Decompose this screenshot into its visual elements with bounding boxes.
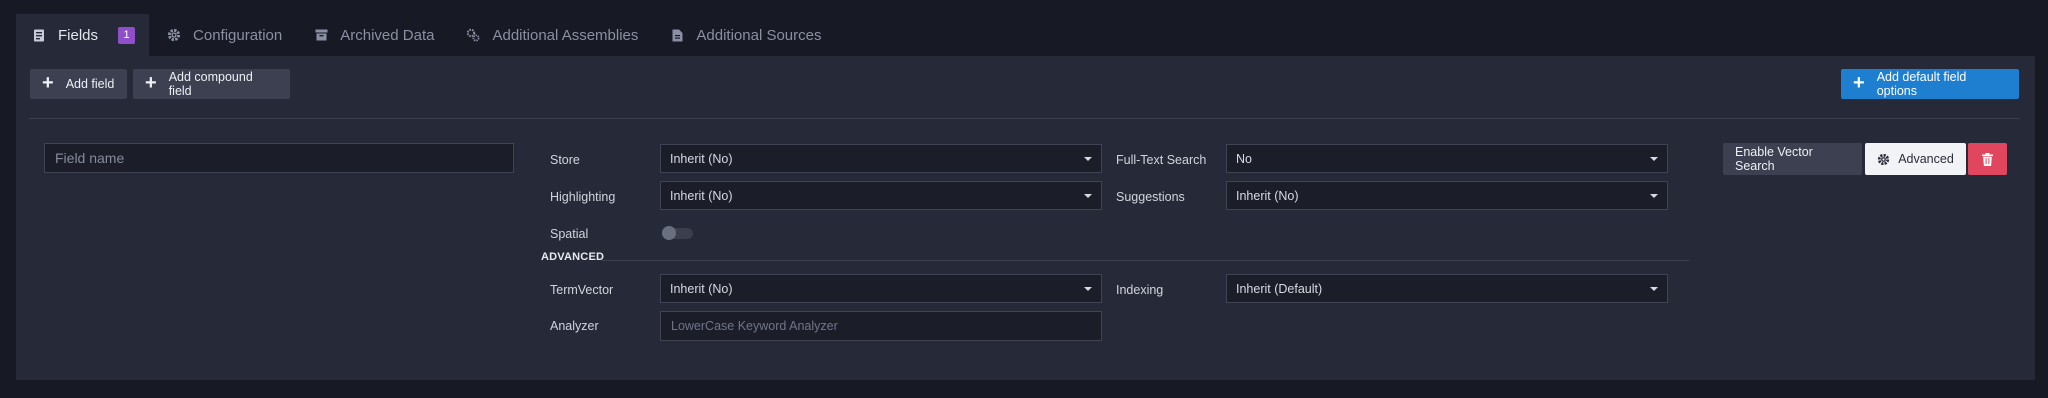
suggestions-select[interactable]: Inherit (No) <box>1226 181 1668 210</box>
highlighting-select[interactable]: Inherit (No) <box>660 181 1102 210</box>
gear-icon <box>1877 153 1890 166</box>
plus-icon: + <box>145 72 157 94</box>
chevron-down-icon <box>1084 194 1092 198</box>
termvector-value: Inherit (No) <box>670 281 733 296</box>
indexing-select[interactable]: Inherit (Default) <box>1226 274 1668 303</box>
chevron-down-icon <box>1084 287 1092 291</box>
archive-icon <box>314 28 328 42</box>
assemblies-icon <box>466 28 480 42</box>
tab-fields-label: Fields <box>58 26 99 44</box>
gear-icon <box>167 28 181 42</box>
trash-icon <box>1982 152 1993 166</box>
tab-configuration[interactable]: Configuration <box>151 14 296 56</box>
plus-icon: + <box>1853 72 1865 94</box>
advanced-section-header: ADVANCED <box>541 251 605 263</box>
field-name-input[interactable]: Field name <box>44 143 514 173</box>
advanced-button[interactable]: Advanced <box>1865 143 1966 175</box>
termvector-select[interactable]: Inherit (No) <box>660 274 1102 303</box>
add-compound-field-button[interactable]: + Add compound field <box>133 69 290 99</box>
chevron-down-icon <box>1084 157 1092 161</box>
fields-count-badge: 1 <box>118 26 136 44</box>
fields-panel: + Add field + Add compound field + Add d… <box>16 56 2035 380</box>
chevron-down-icon <box>1650 194 1658 198</box>
tab-bar: Fields 1 Configuration Archived Data Add… <box>16 14 835 56</box>
add-default-field-options-label: Add default field options <box>1876 70 1967 98</box>
analyzer-input[interactable]: LowerCase Keyword Analyzer <box>660 311 1102 341</box>
spatial-toggle[interactable] <box>662 226 693 240</box>
store-select[interactable]: Inherit (No) <box>660 144 1102 173</box>
tab-archived-data-label: Archived Data <box>340 26 435 44</box>
highlighting-label: Highlighting <box>550 190 616 204</box>
file-icon <box>670 28 684 42</box>
tab-fields[interactable]: Fields 1 <box>16 14 150 56</box>
tab-additional-sources[interactable]: Additional Sources <box>654 14 835 56</box>
termvector-label: TermVector <box>550 283 614 297</box>
add-field-button[interactable]: + Add field <box>30 69 127 99</box>
divider <box>29 118 2020 119</box>
fulltext-search-select[interactable]: No <box>1226 144 1668 173</box>
advanced-divider <box>602 260 1689 261</box>
store-value: Inherit (No) <box>670 151 733 166</box>
tab-additional-sources-label: Additional Sources <box>696 26 822 44</box>
chevron-down-icon <box>1650 157 1658 161</box>
add-field-label: Add field <box>65 77 115 91</box>
add-default-field-options-button[interactable]: + Add default field options <box>1841 69 2019 99</box>
highlighting-value: Inherit (No) <box>670 188 733 203</box>
tab-archived-data[interactable]: Archived Data <box>298 14 448 56</box>
store-label: Store <box>550 153 580 167</box>
enable-vector-search-label: Enable Vector Search <box>1735 145 1813 173</box>
fields-icon <box>32 28 46 42</box>
tab-configuration-label: Configuration <box>193 26 283 44</box>
spatial-label: Spatial <box>550 227 589 241</box>
indexing-value: Inherit (Default) <box>1236 281 1323 296</box>
tab-additional-assemblies[interactable]: Additional Assemblies <box>450 14 652 56</box>
enable-vector-search-button[interactable]: Enable Vector Search <box>1723 143 1862 175</box>
suggestions-label: Suggestions <box>1116 190 1185 204</box>
suggestions-value: Inherit (No) <box>1236 188 1299 203</box>
analyzer-label: Analyzer <box>550 319 599 333</box>
tab-additional-assemblies-label: Additional Assemblies <box>492 26 639 44</box>
delete-field-button[interactable] <box>1968 143 2007 175</box>
chevron-down-icon <box>1650 287 1658 291</box>
toggle-knob <box>662 226 676 240</box>
plus-icon: + <box>42 72 54 94</box>
fulltext-search-value: No <box>1236 151 1252 166</box>
add-compound-field-label: Add compound field <box>168 70 253 98</box>
advanced-label: Advanced <box>1898 152 1954 166</box>
indexing-label: Indexing <box>1116 283 1164 297</box>
fulltext-search-label: Full-Text Search <box>1116 153 1207 167</box>
